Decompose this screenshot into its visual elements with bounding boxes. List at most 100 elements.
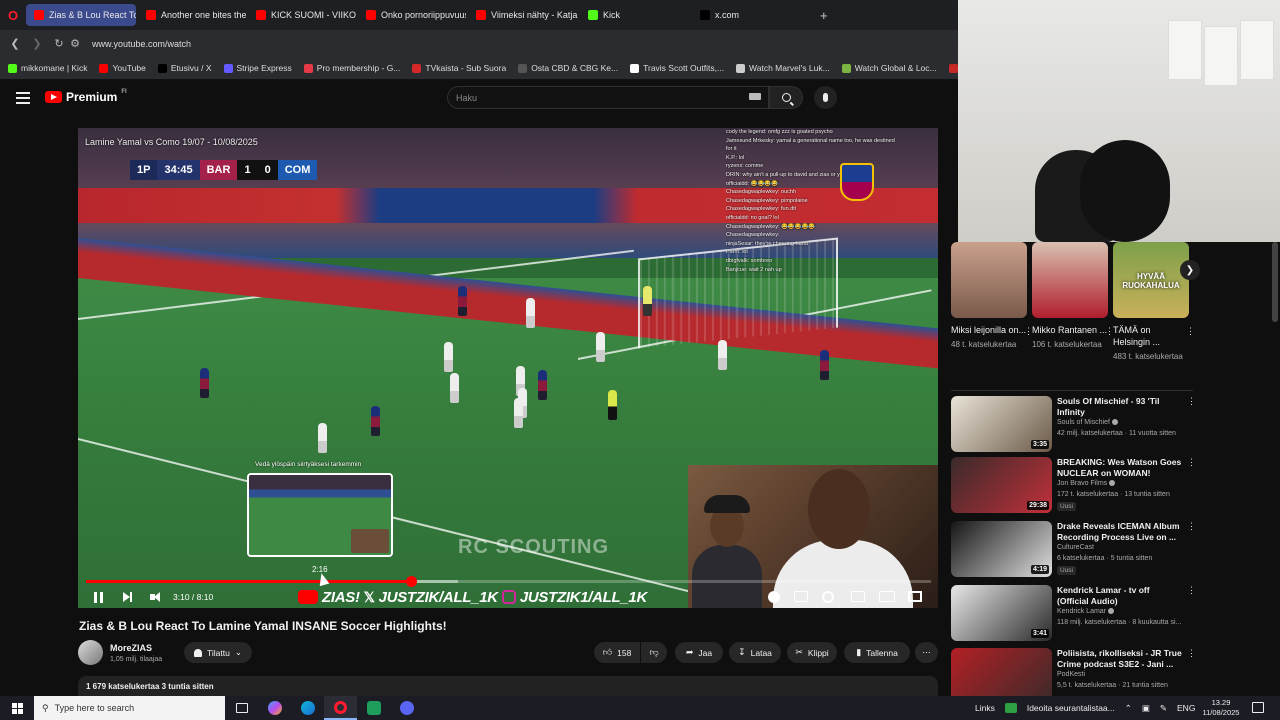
short-thumbnail[interactable]: [1032, 242, 1108, 318]
new-tab-plus-icon[interactable]: +: [820, 8, 828, 23]
recommended-video[interactable]: 3:35 Souls Of Mischief - 93 'Til Infinity…: [951, 396, 1196, 452]
pen-icon[interactable]: ✎: [1160, 703, 1167, 714]
bookmark-item[interactable]: Osta CBD & CBG Ke...: [518, 63, 618, 73]
weather-widget-text[interactable]: Ideoita seurantalistaa...: [1027, 703, 1115, 713]
video-thumbnail[interactable]: 4:19: [951, 521, 1052, 577]
channel-avatar[interactable]: [78, 640, 103, 665]
reload-icon[interactable]: ↻: [48, 37, 70, 50]
voice-search-button[interactable]: [814, 86, 837, 109]
subscribed-button[interactable]: Tilattu ⌄: [184, 642, 252, 663]
miniplayer-icon[interactable]: [851, 591, 865, 602]
video-title[interactable]: Souls Of Mischief - 93 'Til Infinity: [1057, 396, 1182, 418]
dislike-button[interactable]: 👎︎: [641, 642, 667, 663]
short-thumbnail[interactable]: [951, 242, 1027, 318]
channel-name[interactable]: Kendrick Lamar: [1057, 608, 1115, 615]
autoplay-toggle[interactable]: [768, 591, 782, 603]
more-vertical-icon[interactable]: ⋮: [1187, 585, 1196, 596]
more-vertical-icon[interactable]: ⋮: [1187, 648, 1196, 659]
channel-name[interactable]: MoreZIAS: [110, 643, 152, 653]
site-info-icon[interactable]: ⚙: [70, 37, 80, 50]
channel-name[interactable]: Souls of Mischief: [1057, 419, 1118, 426]
fullscreen-icon[interactable]: [908, 591, 922, 602]
bookmark-item[interactable]: Etusivu / X: [157, 63, 212, 73]
browser-tab[interactable]: Zias & B Lou React To×: [26, 4, 136, 26]
settings-gear-icon[interactable]: [822, 591, 834, 603]
recommended-video[interactable]: 4:19 Drake Reveals ICEMAN Album Recording…: [951, 521, 1196, 577]
bookmark-item[interactable]: Pro membership - G...: [303, 63, 400, 73]
volume-icon[interactable]: [148, 590, 162, 604]
pause-icon[interactable]: [92, 590, 104, 604]
notifications-icon[interactable]: [1252, 702, 1264, 713]
clip-button[interactable]: ✂ Klippi: [787, 642, 837, 663]
channel-name[interactable]: CultureCast: [1057, 544, 1094, 551]
opera-logo-icon[interactable]: O: [0, 0, 26, 30]
more-vertical-icon[interactable]: ⋮: [1187, 396, 1196, 407]
sidebar-scrollbar[interactable]: [1272, 242, 1278, 322]
video-thumbnail[interactable]: 3:35: [951, 396, 1052, 452]
browser-tab[interactable]: x.com: [692, 4, 810, 26]
short-item[interactable]: HYVÄÄ RUOKAHALUA TÄMÄ on Helsingin ... 483…: [1113, 242, 1195, 363]
short-title[interactable]: Miksi leijonilla on...: [951, 324, 1027, 336]
hamburger-menu-icon[interactable]: [16, 92, 30, 104]
subtitles-icon[interactable]: [794, 591, 808, 602]
bookmark-item[interactable]: Travis Scott Outfits,...: [630, 63, 724, 73]
description-box[interactable]: 1 679 katselukertaa 3 tuntia sitten: [78, 676, 938, 696]
video-title[interactable]: Poliisista, rikolliseksi - JR True Crime…: [1057, 648, 1182, 670]
next-video-icon[interactable]: [120, 590, 134, 604]
spreadsheet-app-icon[interactable]: [357, 696, 390, 720]
short-thumbnail[interactable]: HYVÄÄ RUOKAHALUA: [1113, 242, 1189, 318]
more-actions-button[interactable]: ⋯: [915, 642, 938, 663]
search-input[interactable]: Haku: [447, 86, 769, 109]
shorts-next-arrow-icon[interactable]: ❯: [1180, 260, 1200, 280]
video-thumbnail[interactable]: 29:38: [951, 457, 1052, 513]
forward-arrow-icon[interactable]: ❯: [26, 37, 48, 50]
taskbar-search-input[interactable]: ⚲ Type here to search: [34, 696, 225, 720]
short-title[interactable]: Mikko Rantanen ...: [1032, 324, 1108, 336]
video-title[interactable]: Drake Reveals ICEMAN Album Recording Pro…: [1057, 521, 1182, 543]
bookmark-item[interactable]: TVkaista - Sub Suora: [412, 63, 506, 73]
more-vertical-icon[interactable]: ⋮: [1186, 326, 1195, 337]
bookmark-item[interactable]: Watch Marvel's Luk...: [736, 63, 830, 73]
bookmark-item[interactable]: Stripe Express: [223, 63, 292, 73]
short-item[interactable]: Miksi leijonilla on... 48 t. katselukerta…: [951, 242, 1033, 351]
bookmark-item[interactable]: A$AP ROCKY x PU...: [948, 63, 958, 73]
start-button[interactable]: [0, 696, 34, 720]
tray-chevron-up-icon[interactable]: ⌃: [1125, 703, 1132, 714]
video-title[interactable]: Kendrick Lamar - tv off (Official Audio): [1057, 585, 1182, 607]
theater-mode-icon[interactable]: [879, 591, 895, 602]
recommended-video[interactable]: 3:41 Kendrick Lamar - tv off (Official Au…: [951, 585, 1196, 641]
keyboard-icon[interactable]: [749, 93, 761, 100]
browser-tab[interactable]: KICK SUOMI - VIIKON RA: [248, 4, 356, 26]
share-button[interactable]: ➦ Jaa: [675, 642, 723, 663]
more-vertical-icon[interactable]: ⋮: [1187, 457, 1196, 468]
task-view-icon[interactable]: [225, 696, 258, 720]
copilot-icon[interactable]: [258, 696, 291, 720]
search-button[interactable]: [769, 86, 803, 109]
taskbar-clock[interactable]: 13.29 11/08/2025: [1200, 698, 1242, 718]
network-icon[interactable]: ▣: [1142, 703, 1150, 714]
browser-tab[interactable]: Onko pornoriippuvuus ili: [358, 4, 466, 26]
language-indicator[interactable]: ENG: [1177, 703, 1195, 713]
browser-tab[interactable]: Viimeksi nähty - Katja Mi: [468, 4, 578, 26]
like-button[interactable]: 👍︎ 158: [594, 642, 640, 663]
more-vertical-icon[interactable]: ⋮: [1187, 521, 1196, 532]
edge-icon[interactable]: [291, 696, 324, 720]
links-toolbar[interactable]: Links: [975, 703, 995, 713]
channel-name[interactable]: Jon Bravo Films: [1057, 480, 1116, 487]
video-title[interactable]: BREAKING: Wes Watson Goes NUCLEAR on WOM…: [1057, 457, 1182, 479]
save-button[interactable]: ▮ Tallenna: [844, 642, 910, 663]
short-title[interactable]: TÄMÄ on Helsingin ...: [1113, 324, 1189, 348]
download-button[interactable]: ↧ Lataa: [729, 642, 781, 663]
bookmark-item[interactable]: mikkomane | Kick: [8, 63, 87, 73]
browser-tab[interactable]: Kick: [580, 4, 690, 26]
url-field[interactable]: www.youtube.com/watch: [92, 39, 191, 49]
back-arrow-icon[interactable]: ❮: [4, 37, 26, 50]
short-item[interactable]: Mikko Rantanen ... 106 t. katselukertaa ⋮: [1032, 242, 1114, 351]
opera-taskbar-icon[interactable]: [324, 696, 357, 720]
youtube-logo[interactable]: Premium FI: [45, 89, 127, 104]
weather-widget-icon[interactable]: [1004, 703, 1017, 713]
browser-tab[interactable]: Another one bites the du: [138, 4, 246, 26]
channel-name[interactable]: PodKesti: [1057, 671, 1085, 678]
discord-icon[interactable]: [390, 696, 423, 720]
progress-bar[interactable]: [86, 576, 931, 587]
